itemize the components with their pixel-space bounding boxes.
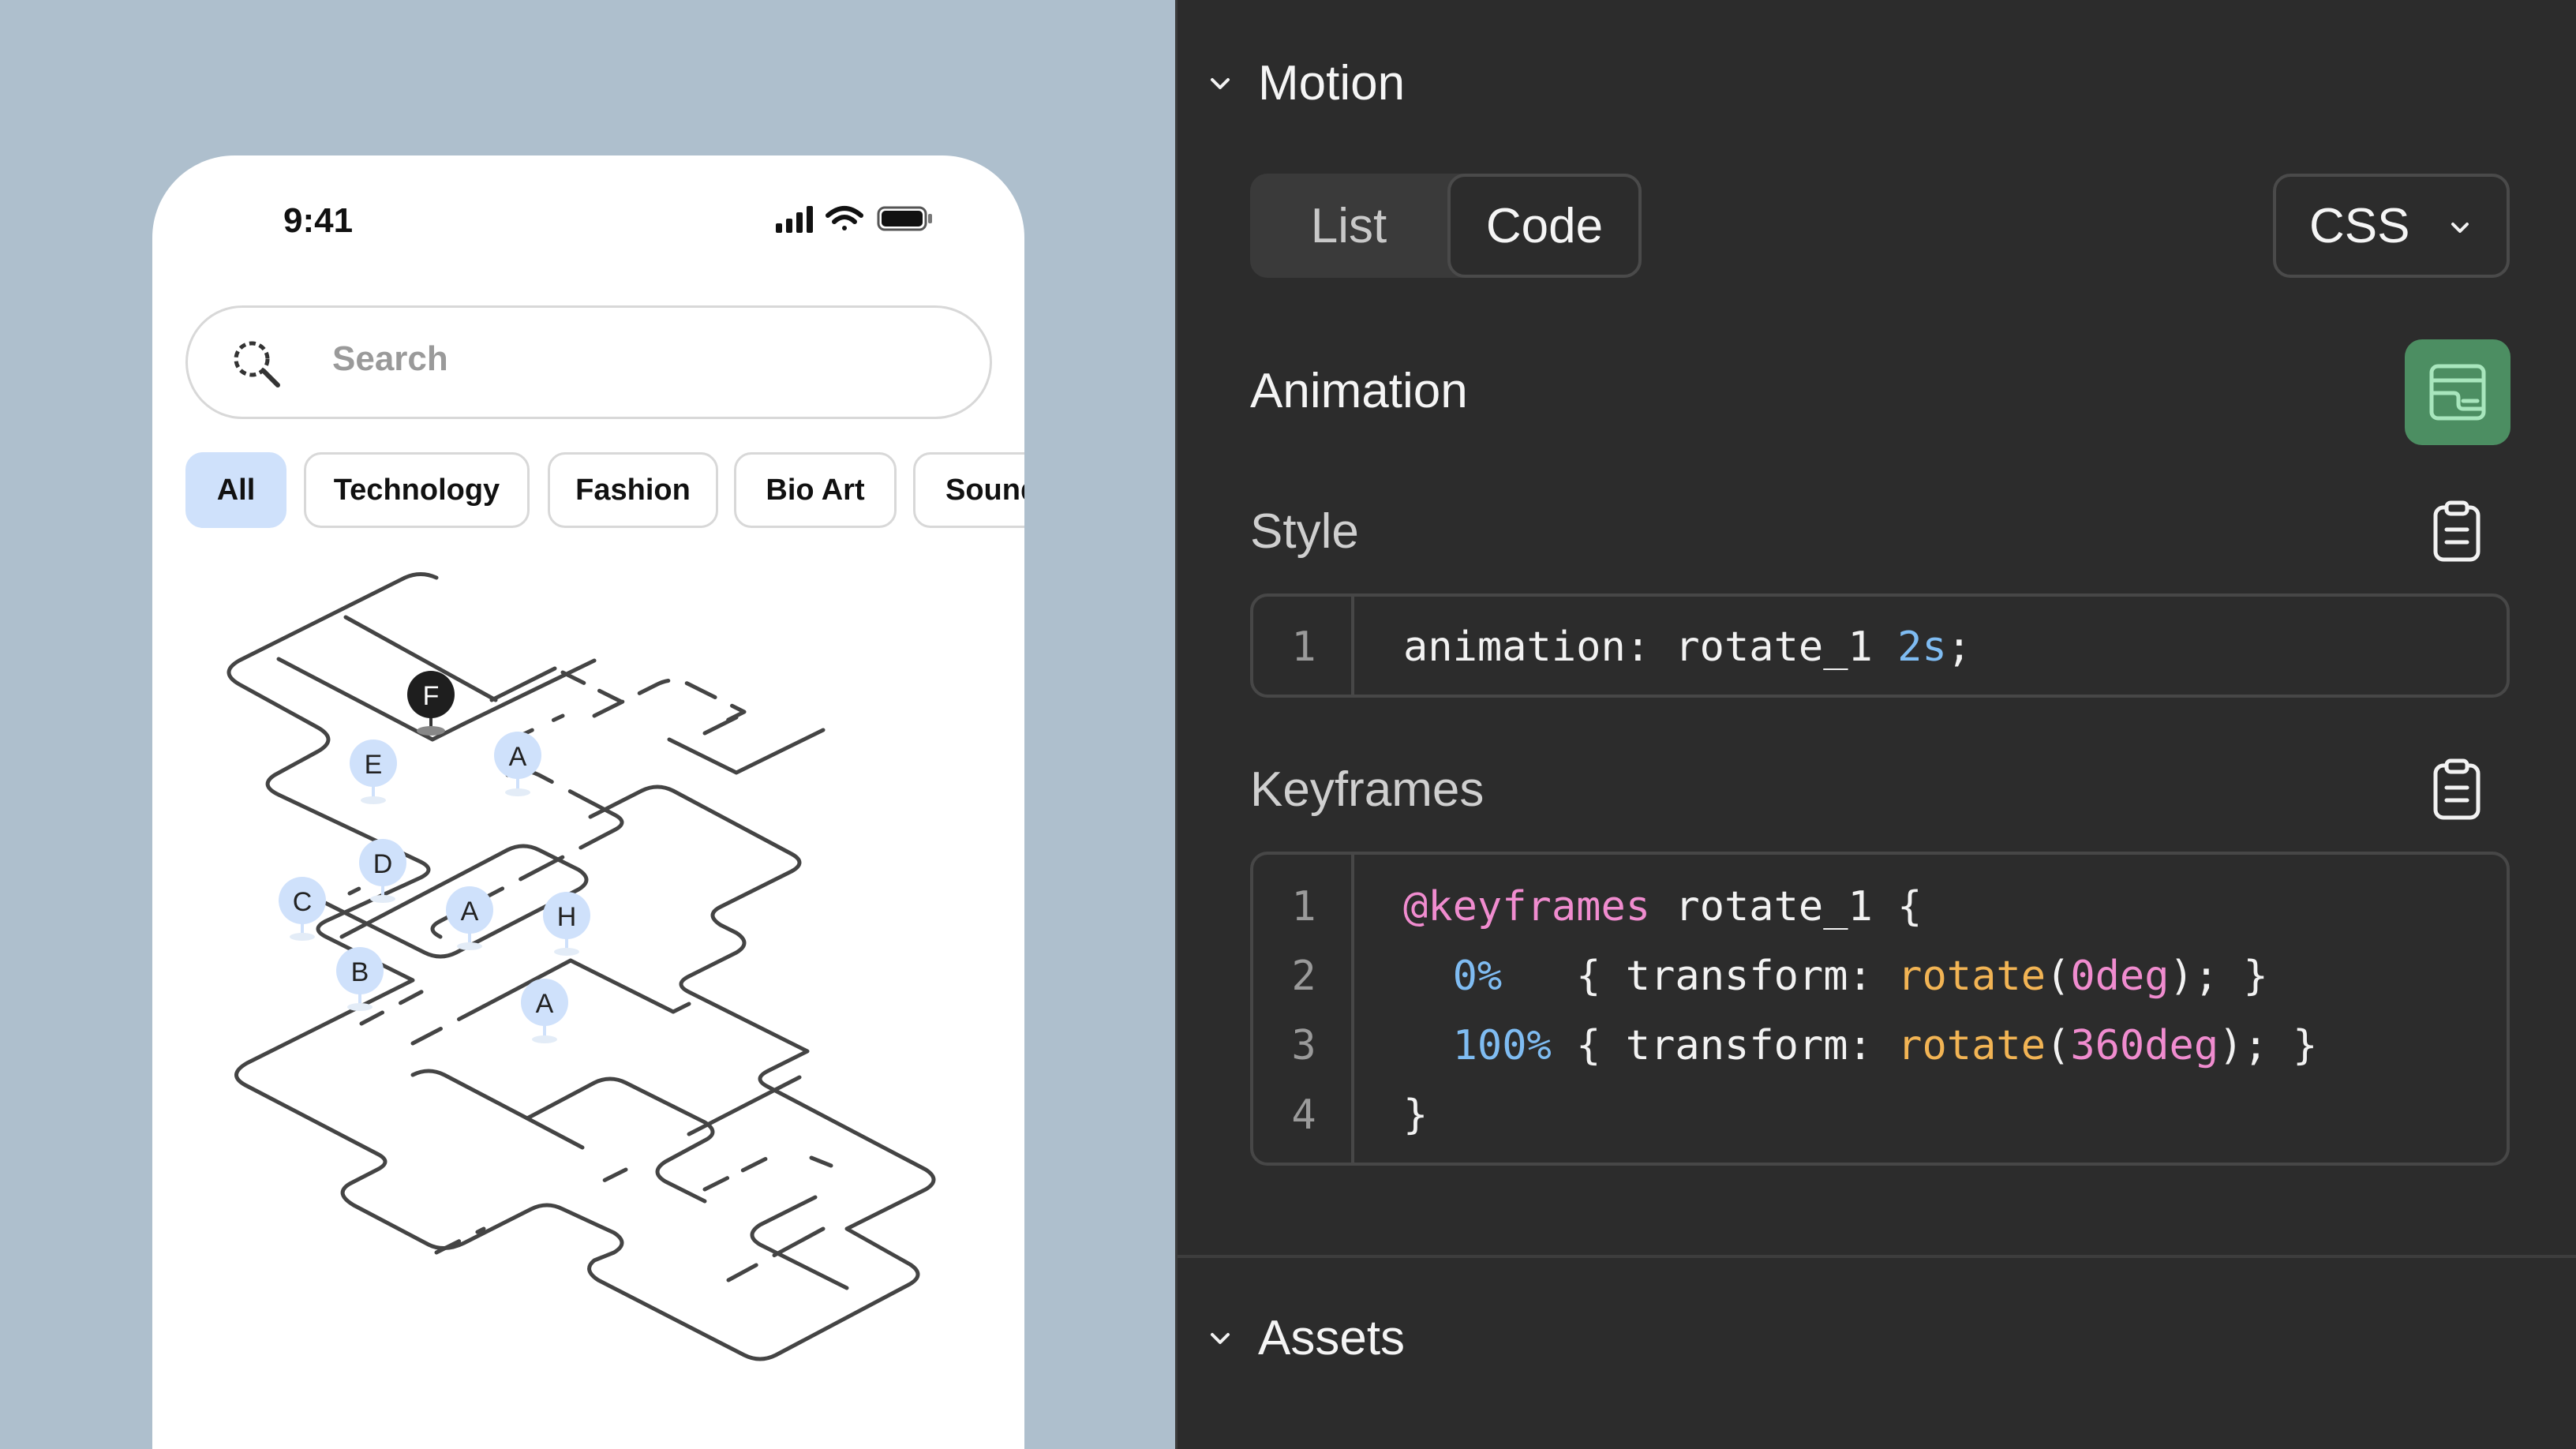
view-toggle: List Code xyxy=(1250,174,1642,278)
chevron-down-icon xyxy=(2451,223,2469,233)
clipboard-icon[interactable] xyxy=(2431,758,2483,821)
animation-preview-button[interactable] xyxy=(2405,339,2510,445)
chevron-down-icon xyxy=(1211,77,1230,89)
isometric-map: F E A D C A H B A xyxy=(227,572,936,1361)
motion-title: Motion xyxy=(1258,56,1406,110)
svg-text:H: H xyxy=(557,902,577,932)
code-line: 0% { transform: rotate(0deg); } xyxy=(1403,953,2268,1000)
line-number: 2 xyxy=(1291,953,1316,1000)
code-text: { transform: xyxy=(1551,1022,1898,1069)
style-code-block[interactable]: 1 animation: rotate_1 2s; xyxy=(1250,593,2510,698)
signal-icon xyxy=(776,206,813,233)
map-marker-d[interactable]: D xyxy=(359,839,406,903)
style-label: Style xyxy=(1250,504,1359,559)
chevron-down-icon xyxy=(1211,1332,1230,1344)
svg-text:D: D xyxy=(373,849,393,879)
search-icon xyxy=(234,341,280,388)
status-time: 9:41 xyxy=(283,201,354,240)
phone-frame: 9:41 Search All Technology Fashion Bio A… xyxy=(152,155,1024,1449)
map-marker-a-3[interactable]: A xyxy=(521,979,568,1043)
code-punct: ( xyxy=(2046,1022,2071,1069)
code-percent: 0% xyxy=(1452,953,1503,1000)
line-number: 3 xyxy=(1291,1022,1316,1069)
chip-fashion[interactable]: Fashion xyxy=(548,452,718,528)
battery-icon xyxy=(877,206,932,231)
code-line: 100% { transform: rotate(360deg); } xyxy=(1403,1022,2318,1069)
chip-all[interactable]: All xyxy=(185,452,286,528)
motion-panel: Motion List Code CSS Animation Style 1 a… xyxy=(1175,0,2576,1449)
wifi-icon xyxy=(826,206,863,230)
line-number: 1 xyxy=(1291,883,1316,930)
map-marker-h[interactable]: H xyxy=(543,892,590,956)
code-at-rule: @keyframes xyxy=(1403,883,1651,930)
map-marker-e[interactable]: E xyxy=(350,739,397,804)
tab-code[interactable]: Code xyxy=(1447,174,1642,278)
clipboard-icon[interactable] xyxy=(2431,500,2483,563)
svg-text:F: F xyxy=(423,681,440,711)
category-chips: All Technology Fashion Bio Art Sound xyxy=(185,452,1024,528)
svg-text:A: A xyxy=(461,897,479,927)
search-input[interactable]: Search xyxy=(332,339,448,379)
status-icons xyxy=(776,206,932,233)
chip-technology[interactable]: Technology xyxy=(304,452,530,528)
svg-text:E: E xyxy=(365,750,383,780)
code-line: animation: rotate_1 2s; xyxy=(1403,623,1971,671)
svg-text:B: B xyxy=(351,957,369,987)
code-text: rotate_1 { xyxy=(1650,883,1923,930)
code-function: rotate xyxy=(1897,1022,2046,1069)
assets-section-header[interactable]: Assets xyxy=(1206,1310,1405,1366)
code-function: rotate xyxy=(1897,953,2046,1000)
svg-text:A: A xyxy=(536,989,554,1019)
line-number: 4 xyxy=(1291,1091,1316,1139)
section-divider xyxy=(1178,1255,2576,1258)
svg-text:A: A xyxy=(509,742,527,772)
tab-list[interactable]: List xyxy=(1250,174,1447,278)
preview-area: 9:41 Search All Technology Fashion Bio A… xyxy=(0,0,1175,1449)
code-punct: ( xyxy=(2046,953,2071,1000)
code-arg: 360deg xyxy=(2070,1022,2219,1069)
keyframes-label: Keyframes xyxy=(1250,762,1485,817)
code-arg: 0deg xyxy=(2070,953,2170,1000)
code-percent: 100% xyxy=(1452,1022,1552,1069)
svg-text:C: C xyxy=(293,887,313,917)
code-text: { transform: xyxy=(1502,953,1898,1000)
language-value: CSS xyxy=(2309,198,2410,253)
map-marker-a-1[interactable]: A xyxy=(494,732,541,796)
layout-panel-icon xyxy=(2429,364,2486,421)
motion-section-header[interactable]: Motion xyxy=(1206,55,1405,111)
code-punct: ); } xyxy=(2218,1022,2318,1069)
animation-label: Animation xyxy=(1250,364,1468,418)
map-marker-b[interactable]: B xyxy=(336,947,384,1011)
chip-bio-art[interactable]: Bio Art xyxy=(734,452,897,528)
code-value: 2s xyxy=(1897,623,1947,671)
code-punct: ; xyxy=(1946,623,1972,671)
language-select[interactable]: CSS xyxy=(2273,174,2510,278)
code-property: animation: rotate_1 xyxy=(1403,623,1898,671)
map-marker-a-2[interactable]: A xyxy=(446,886,493,950)
code-line: } xyxy=(1403,1091,1428,1139)
code-line: @keyframes rotate_1 { xyxy=(1403,883,1922,930)
code-punct: ); } xyxy=(2169,953,2268,1000)
line-number: 1 xyxy=(1291,623,1316,671)
search-bar[interactable]: Search xyxy=(185,305,992,419)
map-marker-f[interactable]: F xyxy=(407,671,455,736)
chip-sound[interactable]: Sound xyxy=(913,452,1024,528)
assets-title: Assets xyxy=(1258,1311,1406,1365)
keyframes-code-block[interactable]: 1 @keyframes rotate_1 { 2 0% { transform… xyxy=(1250,852,2510,1166)
